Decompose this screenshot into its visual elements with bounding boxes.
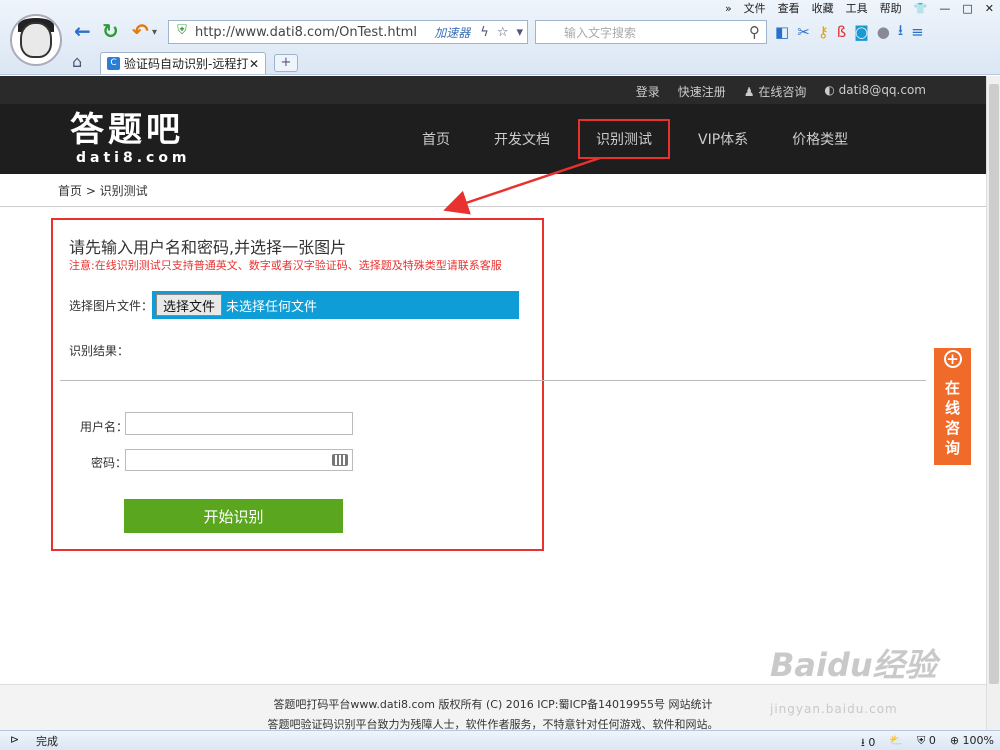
- status-bar: ⊳ 完成 ⭳ 0 ⛅ ⛨ 0 ⊕ 100%: [0, 730, 1000, 750]
- menu-icon[interactable]: ≡: [911, 23, 924, 41]
- username-label: 用户名：: [80, 420, 129, 434]
- tab-title: 验证码自动识别-远程打码: [124, 57, 249, 71]
- weibo-icon[interactable]: ß: [837, 23, 846, 41]
- status-text: 完成: [36, 734, 58, 748]
- browser-menubar: » 文件 查看 收藏 工具 帮助 👕 — □ ✕: [719, 0, 1000, 16]
- breadcrumb: 首页 > 识别测试: [58, 184, 148, 198]
- key-icon[interactable]: ⚷: [818, 23, 829, 41]
- accelerator-button[interactable]: 加速器: [434, 24, 470, 41]
- new-tab-button[interactable]: +: [274, 54, 298, 72]
- site-topbar: 登录 快速注册 ♟ 在线咨询 ◐ dati8@qq.com: [0, 76, 986, 104]
- lightning-icon[interactable]: ϟ: [480, 25, 489, 40]
- file-status: 未选择任何文件: [226, 299, 318, 315]
- password-label: 密码：: [91, 456, 128, 470]
- login-link[interactable]: 登录: [636, 83, 660, 100]
- password-input[interactable]: [125, 449, 353, 471]
- star-icon[interactable]: ☆: [497, 25, 509, 40]
- online-consult-label: 在线咨询: [758, 85, 807, 99]
- nav-vip[interactable]: VIP体系: [676, 129, 770, 149]
- search-icon[interactable]: ⚲: [749, 23, 760, 41]
- refresh-icon[interactable]: ↻: [102, 20, 119, 42]
- username-input[interactable]: [125, 412, 353, 435]
- status-count1: ⭳ 0: [861, 734, 875, 750]
- keyboard-icon[interactable]: [332, 454, 348, 466]
- consult-float-label: 在线咨询: [944, 378, 962, 458]
- nav-home[interactable]: 首页: [400, 129, 472, 149]
- more-icon[interactable]: ●: [877, 23, 890, 41]
- bookmark-icon[interactable]: ◧: [775, 23, 789, 41]
- email-link[interactable]: ◐ dati8@qq.com: [824, 83, 926, 100]
- menu-favorites[interactable]: 收藏: [806, 0, 840, 16]
- close-icon[interactable]: ✕: [979, 2, 1000, 15]
- browser-chrome: » 文件 查看 收藏 工具 帮助 👕 — □ ✕ ← ↻ ↶ ▾ ⛨ http:…: [0, 0, 1000, 75]
- online-consult-link[interactable]: ♟ 在线咨询: [744, 83, 807, 100]
- maximize-icon[interactable]: □: [956, 2, 978, 15]
- logo-en: dati8.com: [76, 150, 191, 166]
- tab-close-icon[interactable]: ✕: [249, 57, 259, 71]
- zoom-value: 100%: [962, 734, 994, 747]
- status-count1-value: 0: [868, 736, 876, 749]
- cloud-icon[interactable]: ⛅: [889, 734, 903, 750]
- tab-row: ⌂ C 验证码自动识别-远程打码 ✕ +: [0, 50, 1000, 75]
- status-right: ⭳ 0 ⛅ ⛨ 0 ⊕ 100%: [861, 734, 994, 750]
- status-count2: ⛨ 0: [917, 734, 936, 750]
- result-label: 识别结果：: [69, 344, 130, 358]
- online-consult-float[interactable]: + 在线咨询: [934, 348, 971, 465]
- divider: [0, 206, 986, 207]
- zoom-icon: ⊕: [949, 734, 963, 747]
- minimize-icon[interactable]: —: [933, 2, 956, 15]
- shield-status-icon[interactable]: ⛨: [917, 734, 929, 747]
- form-notice: 注意:在线识别测试只支持普通英文、数字或者汉字验证码、选择题及特殊类型请联系客服: [69, 259, 502, 272]
- menu-file[interactable]: 文件: [738, 0, 772, 16]
- undo-icon[interactable]: ↶: [132, 20, 149, 42]
- nav-pricing[interactable]: 价格类型: [770, 129, 870, 149]
- watermark-sub: jingyan.baidu.com: [770, 702, 898, 716]
- zoom-control[interactable]: ⊕ 100%: [950, 734, 994, 750]
- email-icon: ◐: [824, 83, 835, 97]
- choose-file-button[interactable]: 选择文件: [156, 294, 223, 316]
- nav-dev-docs[interactable]: 开发文档: [472, 129, 572, 149]
- consult-float-text: 在线咨询: [944, 379, 960, 457]
- home-icon[interactable]: ⌂: [72, 52, 82, 71]
- toolbar-icons: ◧ ✂ ⚷ ß ◙ ● ⭳ ≡: [775, 20, 924, 44]
- plus-icon: +: [943, 350, 962, 368]
- divider: [60, 380, 926, 381]
- logo-cn: 答题吧: [70, 110, 184, 150]
- back-icon[interactable]: ←: [74, 20, 91, 42]
- sidebar-toggle-icon[interactable]: ⊳: [10, 733, 19, 746]
- form-title: 请先输入用户名和密码,并选择一张图片: [69, 238, 347, 257]
- download-icon[interactable]: ⭳: [898, 20, 903, 45]
- start-recognition-button[interactable]: 开始识别: [124, 499, 343, 533]
- chevron-down-icon[interactable]: ▾: [152, 22, 157, 44]
- email-label: dati8@qq.com: [838, 83, 926, 97]
- main-nav: 首页 开发文档 识别测试 VIP体系 价格类型: [400, 104, 870, 174]
- shirt-icon[interactable]: 👕: [908, 2, 934, 15]
- search-box[interactable]: 输入文字搜索 ⚲: [535, 20, 767, 44]
- search-input[interactable]: 输入文字搜索: [536, 24, 749, 41]
- menu-help[interactable]: 帮助: [874, 0, 908, 16]
- register-link[interactable]: 快速注册: [678, 83, 726, 100]
- nav-recognition-test[interactable]: 识别测试: [578, 119, 670, 159]
- address-bar[interactable]: ⛨ http://www.dati8.com/OnTest.html 加速器 ϟ…: [168, 20, 528, 44]
- file-picker[interactable]: 选择文件 未选择任何文件: [152, 291, 519, 319]
- scrollbar[interactable]: [986, 76, 1000, 730]
- watermark: Baidu经验: [770, 646, 937, 684]
- menu-tools[interactable]: 工具: [840, 0, 874, 16]
- qq-icon: ♟: [743, 85, 755, 99]
- site-logo[interactable]: 答题吧 dati8.com: [70, 110, 191, 166]
- scissors-icon[interactable]: ✂: [797, 23, 810, 41]
- menu-view[interactable]: 查看: [772, 0, 806, 16]
- file-label: 选择图片文件：: [69, 299, 154, 313]
- shield-icon: ⛨: [177, 23, 187, 38]
- menu-more[interactable]: »: [719, 2, 738, 15]
- favicon-icon: C: [107, 57, 120, 70]
- status-count2-value: 0: [928, 734, 936, 747]
- chevron-down-icon[interactable]: ▾: [516, 25, 523, 40]
- qzone-icon[interactable]: ◙: [854, 23, 869, 41]
- site-header: 答题吧 dati8.com 首页 开发文档 识别测试 VIP体系 价格类型: [0, 104, 986, 174]
- tab-active[interactable]: C 验证码自动识别-远程打码 ✕: [100, 52, 266, 74]
- scrollbar-thumb[interactable]: [989, 84, 999, 684]
- address-url[interactable]: http://www.dati8.com/OnTest.html: [195, 25, 434, 40]
